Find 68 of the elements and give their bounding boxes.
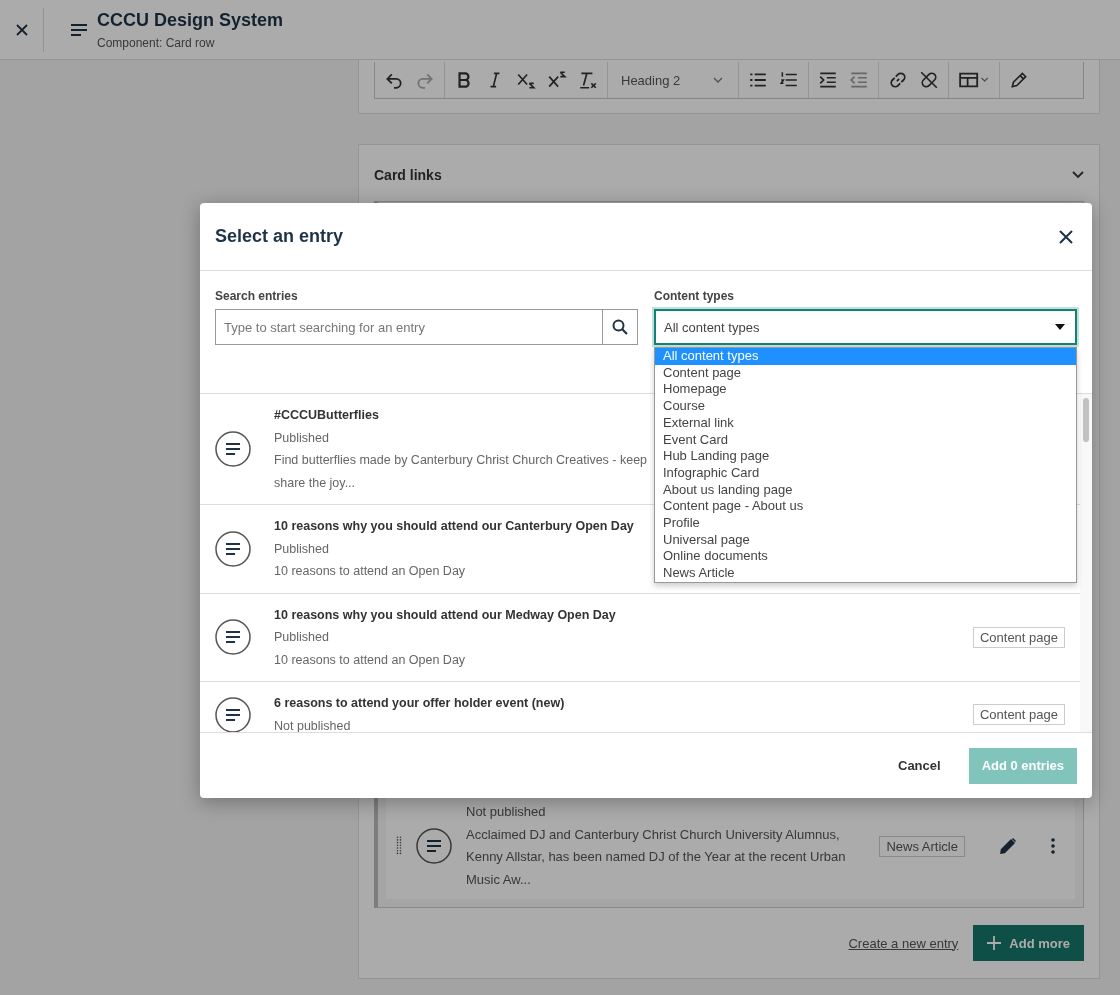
dropdown-option[interactable]: About us landing page [655, 481, 1076, 499]
link-icon[interactable] [888, 70, 908, 90]
pencil-icon[interactable] [999, 837, 1017, 855]
superscript-icon[interactable] [547, 70, 567, 90]
entry-description: 10 reasons to attend an Open Day [274, 651, 466, 669]
menu-icon[interactable] [71, 23, 87, 36]
search-icon [612, 319, 628, 335]
heading-select[interactable]: Heading 2 [617, 72, 729, 88]
lines-icon [215, 696, 251, 732]
dropdown-option[interactable]: Profile [655, 515, 1076, 532]
clear-format-icon[interactable] [578, 70, 598, 90]
create-entry-link[interactable]: Create a new entry [848, 935, 959, 951]
entry-description: Acclaimed DJ and Canterbury Christ Church University Alumnus, Kenny Allstar, has been named DJ of the Year at the recent Urban Music Aw... [466, 825, 847, 889]
entry-description: 10 reasons to attend an Open Day [274, 563, 466, 580]
close-button[interactable] [1057, 227, 1075, 246]
dropdown-option[interactable]: Course [655, 398, 1076, 415]
caret-icon [713, 77, 723, 83]
type-badge: Content page [972, 704, 1065, 725]
dropdown-option[interactable]: Event Card [655, 431, 1076, 449]
chevron-icon[interactable] [1072, 171, 1084, 179]
dropdown-option[interactable]: External link [655, 414, 1076, 432]
dropdown-option[interactable]: Universal page [655, 531, 1076, 549]
indent-icon[interactable] [818, 70, 838, 90]
lines-icon [215, 431, 251, 467]
drag-handle-icon[interactable] [396, 836, 402, 856]
type-badge: Content page [972, 626, 1065, 648]
entry-title: 6 reasons to attend your offer holder event (new) [274, 695, 565, 712]
entry-status: Not published [466, 803, 547, 821]
field-label: Content types [654, 289, 735, 303]
cancel-button[interactable]: Cancel [886, 748, 953, 783]
app-subtitle: Component: Card row [97, 35, 216, 50]
dropdown-option[interactable]: Homepage [655, 381, 1076, 399]
outdent-icon[interactable] [849, 70, 869, 90]
dropdown-option[interactable]: Infographic Card [655, 464, 1076, 482]
close-icon [15, 23, 28, 36]
entry-title: 10 reasons why you should attend our Medway Open Day [274, 606, 616, 624]
add-more-button[interactable]: Add more [973, 925, 1084, 961]
type-badge: News Article [879, 835, 965, 857]
plus-icon [987, 936, 1002, 950]
dropdown-option[interactable]: Content page [655, 364, 1076, 382]
field-label: Search entries [215, 289, 299, 303]
dropdown-option[interactable]: Online documents [655, 548, 1076, 566]
more-icon[interactable] [1051, 838, 1055, 854]
table-icon[interactable] [958, 70, 990, 90]
panel-title: Card links [374, 167, 442, 183]
dropdown-option[interactable]: Hub Landing page [655, 448, 1076, 465]
unlink-icon[interactable] [919, 70, 939, 90]
entry-title: #CCCUButterflies [274, 407, 379, 424]
lines-icon [416, 828, 452, 864]
scrollbar-thumb[interactable] [1083, 398, 1089, 442]
app-title: CCCU Design System [97, 9, 284, 31]
search-button[interactable] [602, 309, 638, 345]
search-field[interactable]: Type to start searching for an entry [215, 309, 602, 345]
dropdown-option[interactable]: Content page - About us [655, 498, 1076, 516]
dialog-title: Select an entry [215, 226, 344, 247]
entry-status: Not published [274, 717, 351, 732]
lines-icon [215, 619, 251, 656]
content-type-select[interactable]: All content types [654, 309, 1077, 345]
entry-status: Published [274, 629, 329, 646]
caret-icon [1055, 324, 1065, 330]
entry-status: Published [274, 429, 329, 447]
pencil-icon[interactable] [1009, 70, 1029, 90]
entry-description: Find butterflies made by Canterbury Christ Church Creatives - keep share the joy... [274, 452, 648, 492]
entry-status: Published [274, 540, 329, 558]
lines-icon [215, 530, 251, 567]
dropdown-option[interactable]: News Article [655, 565, 1076, 582]
entry-title: 10 reasons why you should attend our Canterbury Open Day [274, 518, 634, 535]
close-icon [1059, 229, 1073, 244]
